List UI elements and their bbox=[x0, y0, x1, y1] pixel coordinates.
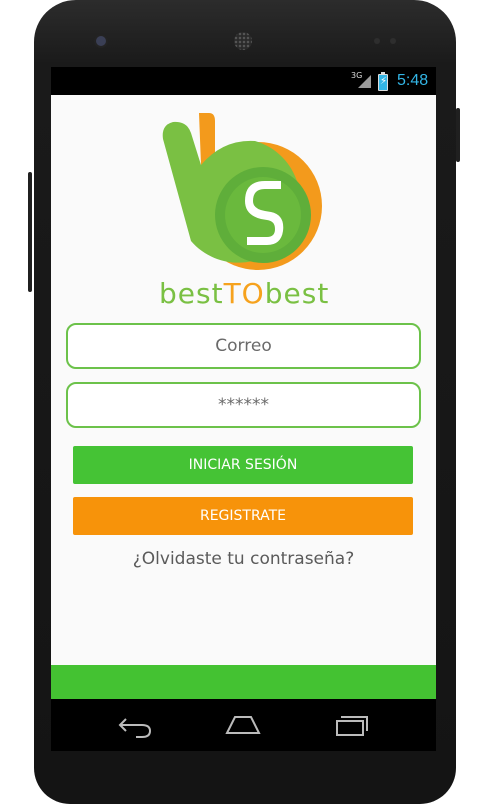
camera-icon bbox=[96, 36, 106, 46]
recent-apps-icon[interactable] bbox=[331, 711, 371, 739]
brand-wordmark: bestTObest bbox=[159, 277, 330, 310]
back-arrow-icon[interactable] bbox=[116, 711, 156, 739]
home-icon[interactable] bbox=[223, 711, 263, 739]
email-field[interactable]: Correo bbox=[66, 323, 421, 369]
status-bar: 3G ⚡ 5:48 bbox=[51, 67, 436, 95]
forgot-password-link[interactable]: ¿Olvidaste tu contraseña? bbox=[51, 549, 436, 569]
brand-logo-icon bbox=[162, 113, 322, 270]
login-button[interactable]: INICIAR SESIÓN bbox=[73, 446, 413, 484]
register-button[interactable]: REGISTRATE bbox=[73, 497, 413, 535]
sensor-dot bbox=[374, 38, 380, 44]
password-field[interactable]: ****** bbox=[66, 382, 421, 428]
app-screen: 3G ⚡ 5:48 bestTObest Correo ****** INICI… bbox=[51, 67, 436, 751]
volume-button bbox=[456, 108, 460, 162]
speaker-grille bbox=[234, 32, 252, 50]
status-time: 5:48 bbox=[397, 72, 429, 89]
signal-icon bbox=[358, 75, 371, 88]
battery-charging-icon: ⚡ bbox=[378, 72, 388, 91]
power-button bbox=[28, 172, 32, 292]
sensor-dot bbox=[390, 38, 396, 44]
navigation-bar bbox=[51, 699, 436, 751]
footer-bar bbox=[51, 665, 436, 699]
